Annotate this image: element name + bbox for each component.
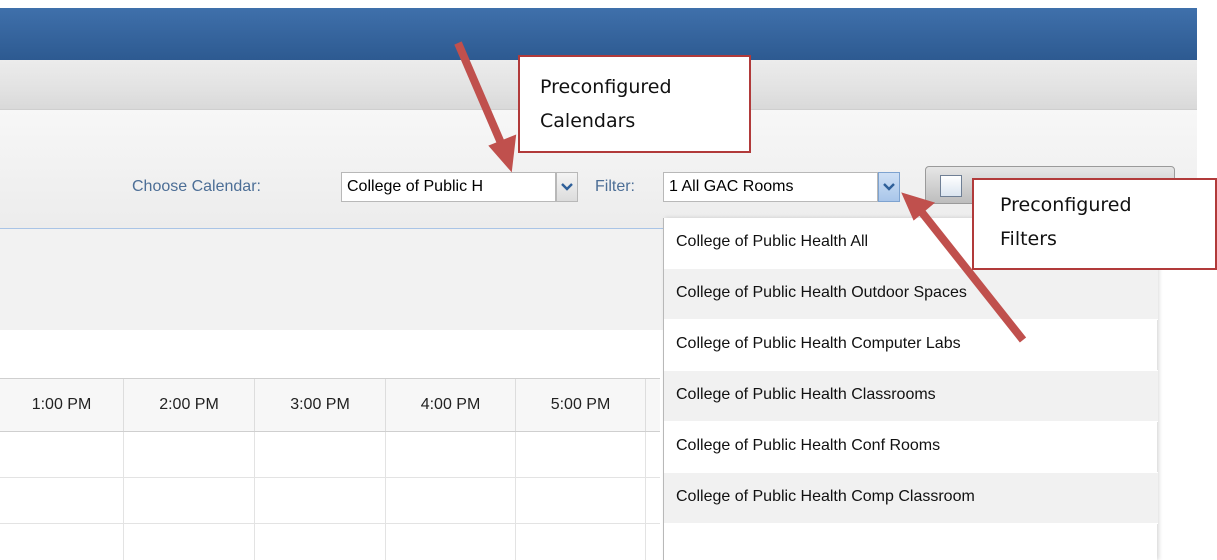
chevron-down-icon xyxy=(561,183,573,191)
filter-option[interactable]: College of Public Health Conf Rooms xyxy=(664,422,1158,473)
filters-callout-line1: Preconfigured xyxy=(1000,194,1132,216)
grid-divider xyxy=(515,432,516,560)
grid-divider xyxy=(123,432,124,560)
grid-subheader xyxy=(0,330,665,378)
grid-row[interactable] xyxy=(0,478,660,524)
filter-option[interactable]: College of Public Health Classrooms xyxy=(664,371,1158,422)
chevron-down-icon xyxy=(883,183,895,191)
filter-select[interactable]: 1 All GAC Rooms xyxy=(663,172,878,202)
calendar-icon xyxy=(940,175,962,197)
calendars-callout: Preconfigured Calendars xyxy=(518,55,751,153)
app-header-bar xyxy=(0,8,1197,60)
filter-label: Filter: xyxy=(595,178,635,195)
calendars-callout-line2: Calendars xyxy=(540,110,636,132)
grid-divider xyxy=(254,432,255,560)
grid-row[interactable] xyxy=(0,432,660,478)
calendars-callout-line1: Preconfigured xyxy=(540,76,672,98)
filter-dropdown-button[interactable] xyxy=(878,172,900,202)
filter-option[interactable]: College of Public Health Comp Classroom xyxy=(664,473,1158,524)
time-header-cell: 1:00 PM xyxy=(31,396,92,413)
filter-option[interactable]: College of Public Health Computer Labs xyxy=(664,320,1158,371)
filter-option[interactable]: College of Public Health Outdoor Spaces xyxy=(664,269,1158,320)
schedule-grid: 1:00 PM 2:00 PM 3:00 PM 4:00 PM 5:00 PM xyxy=(0,378,660,560)
time-header-cell xyxy=(645,379,660,431)
calendar-select[interactable]: College of Public H xyxy=(341,172,556,202)
time-header-row: 1:00 PM 2:00 PM 3:00 PM 4:00 PM 5:00 PM xyxy=(0,378,660,432)
grid-section-header xyxy=(0,229,665,330)
time-header-cell: 2:00 PM xyxy=(123,379,254,431)
time-header-cell: 4:00 PM xyxy=(385,379,515,431)
calendar-dropdown-button[interactable] xyxy=(556,172,578,202)
choose-calendar-label: Choose Calendar: xyxy=(132,178,261,195)
filters-callout: Preconfigured Filters xyxy=(972,178,1217,270)
time-header-cell: 5:00 PM xyxy=(515,379,645,431)
grid-divider xyxy=(385,432,386,560)
filters-callout-line2: Filters xyxy=(1000,228,1057,250)
time-header-cell: 3:00 PM xyxy=(254,379,385,431)
grid-divider xyxy=(645,432,646,560)
